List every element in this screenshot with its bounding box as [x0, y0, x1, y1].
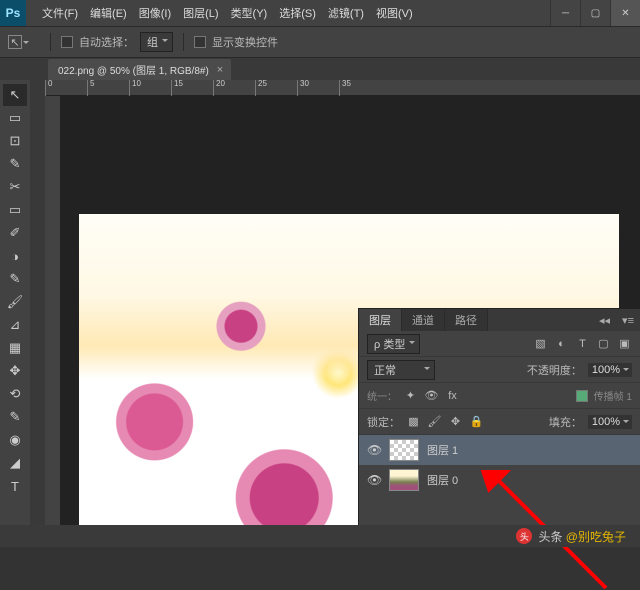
spot-heal-tool[interactable]: ◑ [3, 245, 27, 267]
layer-row[interactable]: 👁 图层 1 [359, 435, 640, 465]
visibility-icon[interactable]: 👁 [367, 443, 381, 457]
eraser-tool[interactable]: ▦ [3, 337, 27, 359]
layer-thumbnail[interactable] [389, 439, 419, 461]
menu-view[interactable]: 视图(V) [376, 5, 413, 21]
close-button[interactable]: ✕ [610, 0, 640, 26]
document-tab[interactable]: 022.png @ 50% (图层 1, RGB/8#) × [48, 59, 231, 80]
document-tab-close[interactable]: × [217, 64, 223, 76]
footer-handle: 别吃兔子 [578, 530, 626, 544]
menu-type[interactable]: 类型(Y) [231, 5, 268, 21]
ruler-vertical [45, 96, 61, 547]
lock-all-icon[interactable]: 🔒 [469, 414, 484, 429]
menu-file[interactable]: 文件(F) [42, 5, 78, 21]
eyedropper-tool[interactable]: ✐ [3, 222, 27, 244]
lasso-tool[interactable]: ⊡ [3, 130, 27, 152]
filter-shape-icon[interactable]: ▢ [596, 336, 611, 351]
minimize-button[interactable]: ─ [550, 0, 580, 26]
auto-select-label: 自动选择： [79, 34, 134, 50]
unify-vis-icon[interactable]: 👁 [424, 388, 439, 403]
menu-edit[interactable]: 编辑(E) [90, 5, 127, 21]
auto-select-dropdown[interactable]: 组 [140, 32, 173, 52]
layer-thumbnail[interactable] [389, 469, 419, 491]
crop-tool[interactable]: ✂ [3, 176, 27, 198]
lock-paint-icon[interactable]: 🖌 [427, 414, 442, 429]
document-tab-title: 022.png @ 50% (图层 1, RGB/8#) [58, 62, 209, 77]
toutiao-logo-icon: 头 [516, 528, 532, 544]
pen-tool[interactable]: ◉ [3, 429, 27, 451]
menu-filter[interactable]: 滤镜(T) [328, 5, 364, 21]
fill-input[interactable]: 100% [588, 415, 632, 429]
wand-tool[interactable]: ✎ [3, 153, 27, 175]
blur-tool[interactable]: ⟲ [3, 383, 27, 405]
menu-image[interactable]: 图像(I) [139, 5, 171, 21]
layers-panel: 图层 通道 路径 ◂◂ ▾≡ ρ 类型 ▧ ◐ T ▢ ▣ 正常 不透明度： 1… [358, 308, 640, 525]
tab-layers[interactable]: 图层 [359, 309, 402, 331]
ruler-horizontal: 0 5 10 15 20 25 30 35 [45, 80, 640, 96]
app-logo: Ps [0, 0, 26, 26]
frame-tool[interactable]: ▭ [3, 199, 27, 221]
filter-smart-icon[interactable]: ▣ [617, 336, 632, 351]
fill-label: 填充： [549, 414, 582, 430]
marquee-tool[interactable]: ▭ [3, 107, 27, 129]
type-tool[interactable]: T [3, 475, 27, 497]
lock-label: 锁定： [367, 414, 400, 430]
menu-select[interactable]: 选择(S) [279, 5, 316, 21]
footer-attribution: 头 头条 @别吃兔子 [0, 525, 640, 547]
history-brush-tool[interactable]: ⊿ [3, 314, 27, 336]
path-tool[interactable]: ◢ [3, 452, 27, 474]
brush-tool[interactable]: ✎ [3, 268, 27, 290]
filter-adjust-icon[interactable]: ◐ [554, 336, 569, 351]
tab-paths[interactable]: 路径 [445, 309, 488, 331]
unify-label: 统一： [367, 388, 397, 403]
menu-layer[interactable]: 图层(L) [183, 5, 218, 21]
unify-pos-icon[interactable]: ✦ [403, 388, 418, 403]
blend-mode-dropdown[interactable]: 正常 [367, 360, 435, 380]
options-bar: ↖ 自动选择： 组 显示变换控件 [0, 26, 640, 58]
move-tool[interactable]: ↖ [3, 84, 27, 106]
layer-name[interactable]: 图层 0 [427, 472, 458, 488]
tab-channels[interactable]: 通道 [402, 309, 445, 331]
opacity-label: 不透明度： [527, 362, 582, 378]
propagate-checkbox[interactable] [576, 390, 588, 402]
unify-style-icon[interactable]: fx [445, 388, 460, 403]
visibility-icon[interactable]: 👁 [367, 473, 381, 487]
opacity-input[interactable]: 100% [588, 363, 632, 377]
filter-pixel-icon[interactable]: ▧ [533, 336, 548, 351]
show-transform-label: 显示变换控件 [212, 34, 278, 50]
toolbox: ↖ ▭ ⊡ ✎ ✂ ▭ ✐ ◑ ✎ 🖌 ⊿ ▦ ✥ ⟲ ✎ ◉ ◢ T [0, 80, 30, 547]
panel-collapse-icon[interactable]: ◂◂ [593, 314, 616, 327]
filter-type-icon[interactable]: T [575, 336, 590, 351]
panel-menu-icon[interactable]: ▾≡ [616, 314, 640, 327]
propagate-label: 传播帧 1 [594, 388, 632, 403]
layer-name[interactable]: 图层 1 [427, 442, 458, 458]
menu-bar: 文件(F) 编辑(E) 图像(I) 图层(L) 类型(Y) 选择(S) 滤镜(T… [26, 5, 550, 21]
gradient-tool[interactable]: ✥ [3, 360, 27, 382]
lock-pos-icon[interactable]: ✥ [448, 414, 463, 429]
tool-preset-picker[interactable]: ↖ [8, 35, 22, 49]
dodge-tool[interactable]: ✎ [3, 406, 27, 428]
show-transform-checkbox[interactable] [194, 36, 206, 48]
maximize-button[interactable]: ▢ [580, 0, 610, 26]
footer-brand: 头条 [538, 528, 562, 545]
layer-filter-type[interactable]: ρ 类型 [367, 334, 420, 354]
stamp-tool[interactable]: 🖌 [3, 291, 27, 313]
auto-select-checkbox[interactable] [61, 36, 73, 48]
lock-trans-icon[interactable]: ▩ [406, 414, 421, 429]
layer-row[interactable]: 👁 图层 0 [359, 465, 640, 495]
